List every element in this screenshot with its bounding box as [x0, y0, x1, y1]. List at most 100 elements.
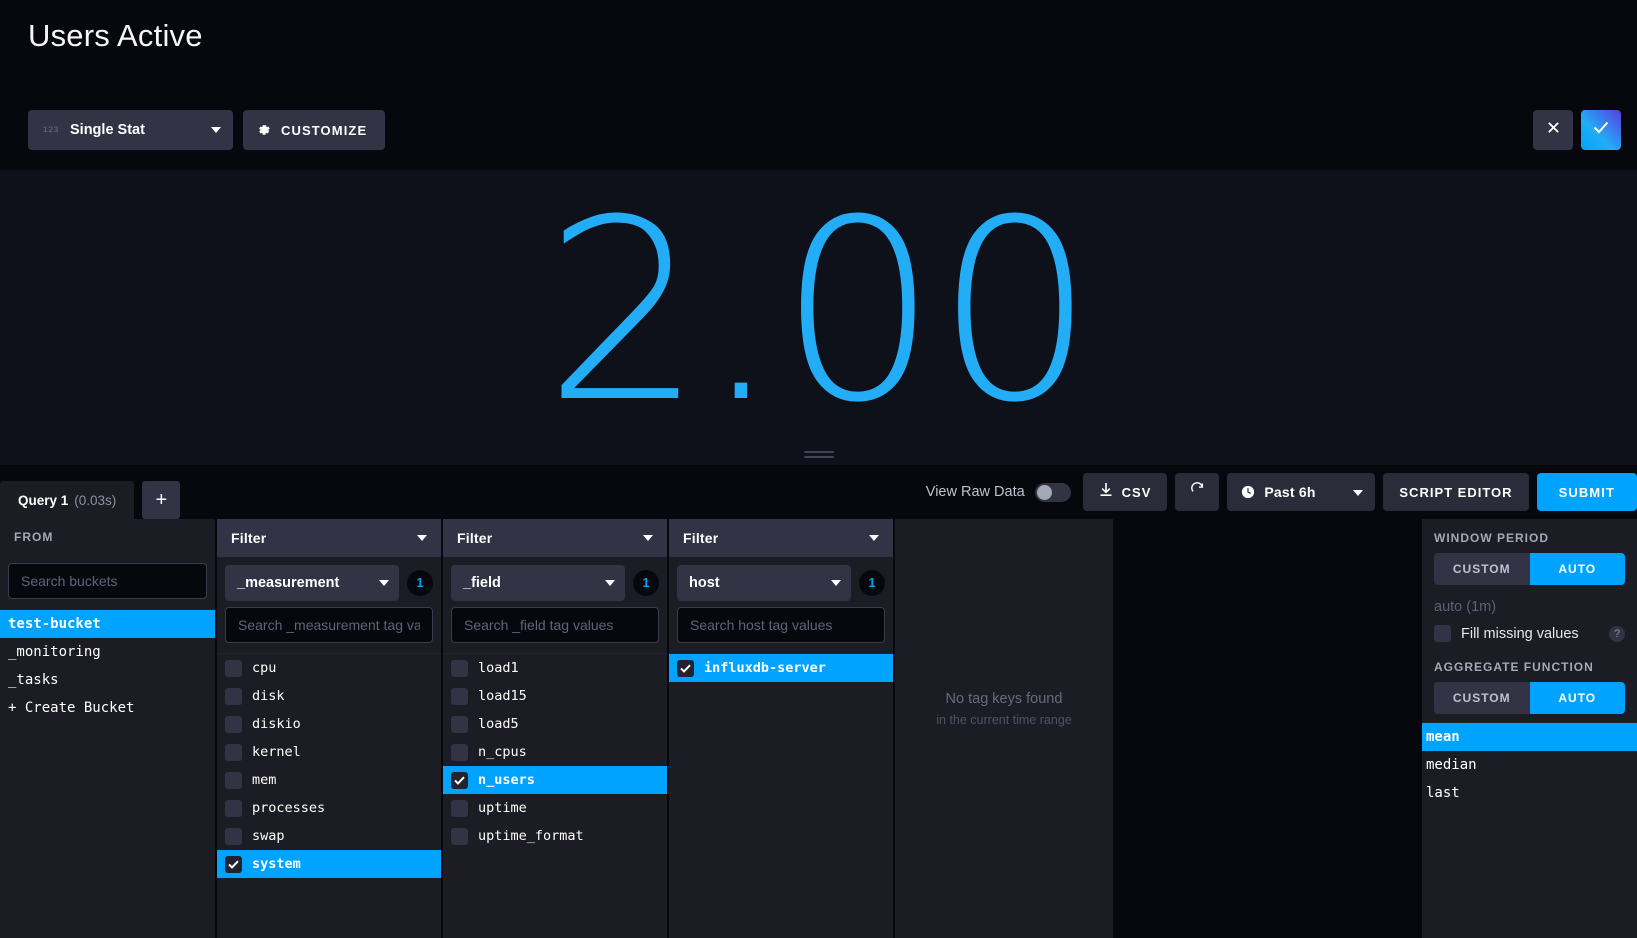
list-item[interactable]: load1 [443, 654, 667, 682]
checkbox[interactable] [451, 799, 468, 817]
add-query-button[interactable]: + [142, 481, 181, 519]
checkbox[interactable] [677, 659, 694, 677]
query-builder: FROM test-bucket _monitoring _tasks + Cr… [0, 519, 1637, 938]
bucket-item-test-bucket[interactable]: test-bucket [0, 610, 215, 638]
checkbox[interactable] [225, 855, 242, 873]
checkbox[interactable] [451, 715, 468, 733]
list-item[interactable]: disk [217, 682, 441, 710]
checkbox[interactable] [451, 827, 468, 845]
list-item[interactable]: cpu [217, 654, 441, 682]
clock-icon [1241, 485, 1255, 499]
chevron-down-icon [831, 580, 841, 586]
aggregate-auto-button[interactable]: AUTO [1529, 682, 1625, 714]
filter-panel-header[interactable]: Filter [217, 519, 441, 557]
list-item[interactable]: kernel [217, 738, 441, 766]
list-item[interactable]: swap [217, 822, 441, 850]
checkbox[interactable] [451, 687, 468, 705]
checkbox[interactable] [451, 771, 468, 789]
checkbox[interactable] [451, 659, 468, 677]
bucket-item-tasks[interactable]: _tasks [0, 666, 215, 694]
toggle-knob [1036, 484, 1052, 500]
query-tab-name: Query 1 [18, 492, 69, 508]
window-period-custom-button[interactable]: CUSTOM [1434, 553, 1530, 585]
tag-key-dropdown-host[interactable]: host [677, 565, 851, 601]
list-item[interactable]: diskio [217, 710, 441, 738]
view-raw-data-toggle[interactable]: View Raw Data [926, 482, 1071, 502]
submit-button[interactable]: SUBMIT [1536, 473, 1637, 511]
checkbox[interactable] [225, 743, 242, 761]
aggregate-function-toggle: CUSTOM AUTO [1434, 682, 1625, 714]
tag-value-list-measurement: cpu disk diskio kernel mem processes swa… [217, 653, 441, 938]
toggle-track[interactable] [1034, 482, 1071, 502]
aggregate-item-mean[interactable]: mean [1422, 723, 1637, 751]
resize-handle[interactable] [803, 451, 834, 459]
time-range-dropdown[interactable]: Past 6h [1227, 473, 1376, 511]
checkbox[interactable] [225, 687, 242, 705]
customize-button[interactable]: CUSTOMIZE [243, 110, 386, 150]
list-item-n-users[interactable]: n_users [443, 766, 667, 794]
refresh-button[interactable] [1175, 473, 1220, 511]
filter-panel-field: Filter _field 1 load1 [443, 519, 667, 938]
filter-panel-header-label: Filter [457, 530, 493, 546]
window-period-auto-button[interactable]: AUTO [1529, 553, 1625, 585]
aggregate-custom-button[interactable]: CUSTOM [1434, 682, 1530, 714]
filter-panel-header[interactable]: Filter [443, 519, 667, 557]
fill-missing-values-row[interactable]: Fill missing values ? [1422, 625, 1637, 656]
selected-count-badge: 1 [407, 570, 433, 596]
list-item[interactable]: load15 [443, 682, 667, 710]
query-tab-1[interactable]: Query 1 (0.03s) [0, 481, 135, 519]
download-icon [1099, 482, 1113, 502]
single-stat-value: 2.00 [544, 165, 1095, 457]
filter-panel-host: Filter host 1 influxdb-server [669, 519, 893, 938]
header-action-buttons [1533, 110, 1621, 150]
filter-panel-header[interactable]: Filter [669, 519, 893, 557]
list-item[interactable]: uptime [443, 794, 667, 822]
list-item[interactable]: uptime_format [443, 822, 667, 850]
checkbox[interactable] [451, 743, 468, 761]
list-item-label: cpu [252, 660, 277, 676]
question-icon[interactable]: ? [1609, 625, 1625, 642]
list-item-label: load5 [478, 716, 519, 732]
tag-key-row: _field 1 [443, 557, 667, 607]
tag-value-search-input-measurement[interactable] [225, 607, 433, 643]
aggregate-function-list: mean median last [1422, 722, 1637, 807]
checkbox[interactable] [225, 799, 242, 817]
tag-key-dropdown-measurement[interactable]: _measurement [225, 565, 399, 601]
list-item[interactable]: n_cpus [443, 738, 667, 766]
checkbox[interactable] [225, 827, 242, 845]
tag-value-search-input-host[interactable] [677, 607, 885, 643]
tag-value-search-wrap [669, 607, 893, 653]
close-icon [1547, 121, 1560, 139]
csv-download-button[interactable]: CSV [1082, 473, 1168, 511]
query-toolbar: Query 1 (0.03s) + View Raw Data CSV Past… [0, 465, 1637, 519]
bucket-item-monitoring[interactable]: _monitoring [0, 638, 215, 666]
tag-key-dropdown-field[interactable]: _field [451, 565, 625, 601]
query-tabs: Query 1 (0.03s) + [0, 465, 181, 519]
checkbox[interactable] [225, 715, 242, 733]
checkbox[interactable] [225, 771, 242, 789]
create-bucket-button[interactable]: + Create Bucket [0, 694, 215, 722]
list-item[interactable]: processes [217, 794, 441, 822]
save-button[interactable] [1581, 110, 1621, 150]
list-item[interactable]: mem [217, 766, 441, 794]
header-controls: 123 Single Stat CUSTOMIZE [28, 110, 386, 150]
list-item-label: swap [252, 828, 285, 844]
list-item-influxdb-server[interactable]: influxdb-server [669, 654, 893, 682]
aggregate-item-last[interactable]: last [1422, 779, 1637, 807]
checkbox[interactable] [1434, 625, 1451, 642]
tag-key-label: _field [463, 575, 501, 591]
page-title: Users Active [28, 18, 203, 53]
cancel-button[interactable] [1533, 110, 1573, 150]
script-editor-button[interactable]: SCRIPT EDITOR [1383, 473, 1529, 511]
checkbox[interactable] [225, 659, 242, 677]
bucket-search-input[interactable] [8, 563, 207, 599]
tag-key-row: _measurement 1 [217, 557, 441, 607]
tag-value-search-input-field[interactable] [451, 607, 659, 643]
list-item-system[interactable]: system [217, 850, 441, 878]
aggregate-item-median[interactable]: median [1422, 751, 1637, 779]
list-item-label: kernel [252, 744, 301, 760]
list-item-label: system [252, 856, 301, 872]
list-item[interactable]: load5 [443, 710, 667, 738]
visualization-type-dropdown[interactable]: 123 Single Stat [28, 110, 233, 150]
empty-filter-panel: No tag keys found in the current time ra… [895, 519, 1113, 938]
